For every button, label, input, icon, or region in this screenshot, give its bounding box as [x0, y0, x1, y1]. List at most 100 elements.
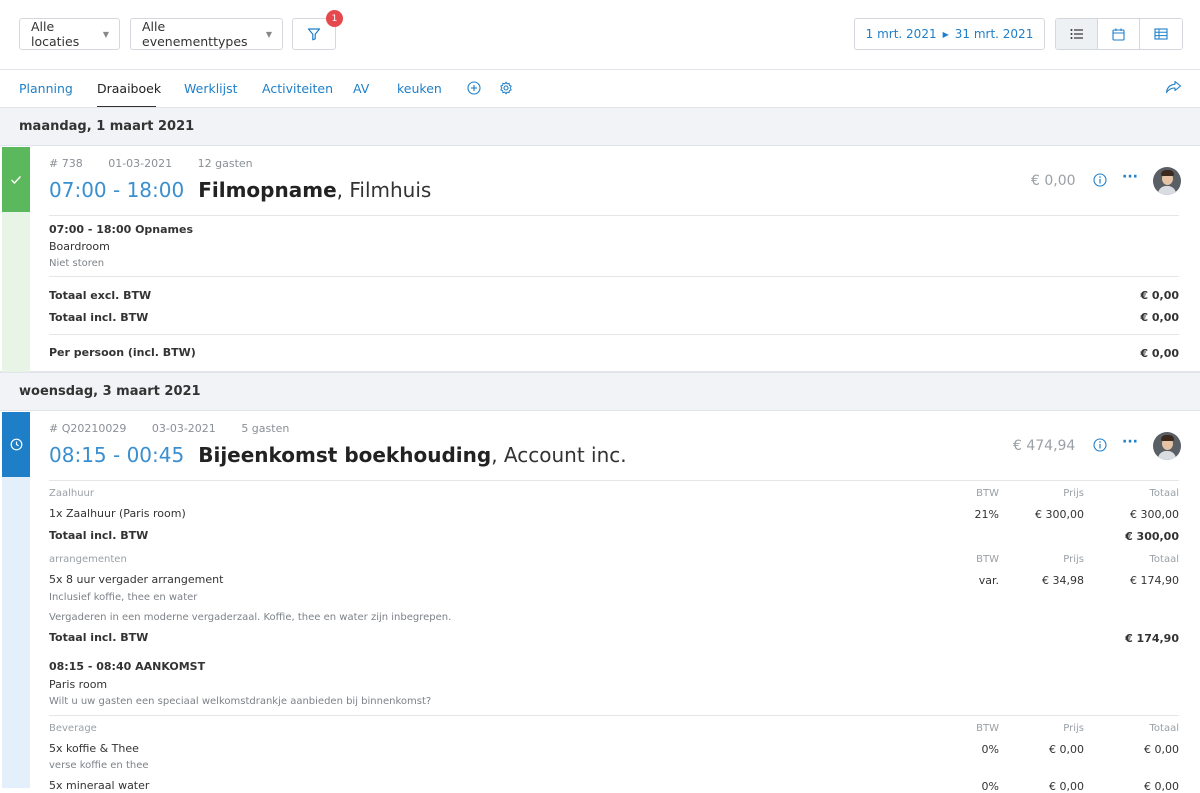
divider — [49, 480, 1179, 481]
plus-circle-icon — [467, 81, 481, 95]
share-button[interactable] — [1165, 80, 1182, 97]
event-client: , Filmhuis — [336, 178, 432, 202]
activity-room: Boardroom — [49, 240, 110, 253]
line-total: € 0,00 — [1144, 780, 1179, 793]
date-from: 1 mrt. 2021 — [865, 27, 937, 41]
date-to: 31 mrt. 2021 — [954, 27, 1034, 41]
status-stripe — [2, 412, 30, 788]
line-total: € 174,90 — [1130, 574, 1179, 587]
activity-title: 08:15 - 08:40 AANKOMST — [49, 660, 206, 673]
caret-down-icon: ▼ — [265, 29, 272, 39]
check-icon — [11, 175, 22, 184]
activity-note: Wilt u uw gasten een speciaal welkomstdr… — [49, 696, 432, 707]
section-title-zaalhuur: Zaalhuur — [49, 488, 95, 499]
calendar-icon — [1112, 28, 1125, 41]
list-icon — [1070, 29, 1083, 39]
event-date: 03-03-2021 — [151, 422, 216, 435]
line-total: € 300,00 — [1130, 508, 1179, 521]
location-select[interactable]: Alle locaties ▼ — [19, 18, 120, 50]
tab-planning[interactable]: Planning — [19, 81, 73, 96]
activity-note: Niet storen — [49, 258, 105, 269]
column-btw: BTW — [976, 723, 999, 734]
total-incl-value: € 0,00 — [1140, 311, 1179, 324]
section-title-beverage: Beverage — [49, 723, 97, 734]
table-view-button[interactable] — [1140, 19, 1182, 49]
activity-room: Paris room — [49, 678, 108, 691]
clock-icon — [10, 438, 22, 451]
line-btw: 21% — [974, 508, 999, 521]
total-incl-label: Totaal incl. BTW — [49, 311, 149, 324]
column-prijs: Prijs — [1063, 554, 1084, 565]
tab-werklijst[interactable]: Werklijst — [184, 81, 238, 96]
line-subtext: Inclusief koffie, thee en water — [49, 592, 198, 603]
avatar[interactable] — [1153, 432, 1181, 460]
event-guests: 5 gasten — [241, 422, 290, 435]
tab-bar: Planning Draaiboek Werklijst Activiteite… — [0, 70, 1200, 108]
caret-down-icon: ▼ — [102, 29, 109, 39]
more-options-icon[interactable]: ··· — [1122, 434, 1138, 450]
divider — [49, 215, 1179, 216]
event-time: 07:00 - 18:00 — [49, 178, 185, 202]
event-title[interactable]: 08:15 - 00:45 Bijeenkomst boekhouding, Ac… — [49, 443, 627, 467]
column-totaal: Totaal — [1149, 554, 1179, 565]
column-totaal: Totaal — [1149, 488, 1179, 499]
view-switcher — [1055, 18, 1183, 50]
line-price: € 0,00 — [1049, 743, 1084, 756]
event-title[interactable]: 07:00 - 18:00 Filmopname, Filmhuis — [49, 178, 431, 202]
line-price: € 300,00 — [1035, 508, 1084, 521]
event-name: Filmopname — [198, 178, 337, 202]
line-desc: 5x koffie & Thee — [49, 742, 139, 755]
line-desc: 1x Zaalhuur (Paris room) — [49, 507, 186, 520]
tab-draaiboek[interactable]: Draaiboek — [97, 81, 161, 96]
arrow-right-icon: ▶ — [942, 29, 949, 39]
table-icon — [1154, 28, 1168, 40]
tab-activiteiten[interactable]: Activiteiten — [262, 81, 333, 96]
line-total: € 0,00 — [1144, 743, 1179, 756]
gear-icon — [500, 81, 512, 95]
calendar-view-button[interactable] — [1098, 19, 1140, 49]
location-select-value: Alle locaties — [31, 19, 80, 49]
section-total-label: Totaal incl. BTW — [49, 529, 149, 542]
eventtype-select-value: Alle evenementtypes — [142, 19, 248, 49]
total-excl-label: Totaal excl. BTW — [49, 289, 152, 302]
top-toolbar: Alle locaties ▼ Alle evenementtypes ▼ 1 … — [0, 0, 1200, 70]
event-price: € 474,94 — [1013, 438, 1076, 454]
event-card: # Q20210029 03-03-2021 5 gasten 08:15 - … — [0, 412, 1200, 793]
tab-settings-button[interactable] — [499, 81, 513, 98]
event-client: , Account inc. — [491, 443, 627, 467]
share-arrow-icon — [1165, 80, 1182, 94]
divider — [49, 334, 1179, 335]
event-date: 01-03-2021 — [108, 157, 173, 170]
eventtype-select[interactable]: Alle evenementtypes ▼ — [130, 18, 283, 50]
line-btw: 0% — [981, 743, 999, 756]
info-icon[interactable] — [1093, 438, 1107, 452]
day-header: maandag, 1 maart 2021 — [0, 107, 1200, 146]
event-price: € 0,00 — [1031, 173, 1076, 189]
column-btw: BTW — [976, 554, 999, 565]
line-price: € 0,00 — [1049, 780, 1084, 793]
event-guests: 12 gasten — [197, 157, 253, 170]
status-pending — [2, 412, 30, 477]
activity-title: 07:00 - 18:00 Opnames — [49, 223, 194, 236]
more-options-icon[interactable]: ··· — [1122, 169, 1138, 185]
per-person-value: € 0,00 — [1140, 347, 1179, 360]
funnel-icon — [307, 28, 321, 41]
line-price: € 34,98 — [1042, 574, 1084, 587]
divider — [49, 715, 1179, 716]
avatar[interactable] — [1153, 167, 1181, 195]
column-totaal: Totaal — [1149, 723, 1179, 734]
event-time: 08:15 - 00:45 — [49, 443, 185, 467]
line-desc: 5x 8 uur vergader arrangement — [49, 573, 224, 586]
add-tab-button[interactable] — [467, 81, 481, 98]
info-icon[interactable] — [1093, 173, 1107, 187]
tab-av[interactable]: AV — [353, 81, 369, 96]
event-name: Bijeenkomst boekhouding — [198, 443, 492, 467]
list-view-button[interactable] — [1056, 19, 1098, 49]
status-stripe — [2, 147, 30, 372]
tab-keuken[interactable]: keuken — [397, 81, 442, 96]
column-prijs: Prijs — [1063, 488, 1084, 499]
date-range-picker[interactable]: 1 mrt. 2021 ▶ 31 mrt. 2021 — [854, 18, 1045, 50]
section-total-value: € 300,00 — [1125, 530, 1179, 543]
line-btw: 0% — [981, 780, 999, 793]
column-btw: BTW — [976, 488, 999, 499]
